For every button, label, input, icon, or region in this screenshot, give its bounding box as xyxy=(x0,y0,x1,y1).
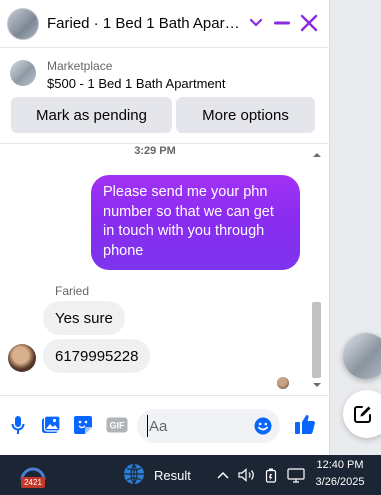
listing-thumbnail[interactable] xyxy=(10,60,36,86)
message-composer: GIF xyxy=(0,395,330,455)
scroll-up-arrow-icon[interactable] xyxy=(312,151,322,159)
network-icon[interactable] xyxy=(286,467,306,483)
conversation-avatar[interactable] xyxy=(7,7,39,40)
message-input[interactable] xyxy=(147,415,247,437)
microphone-icon[interactable] xyxy=(7,414,29,436)
close-icon[interactable] xyxy=(298,12,320,34)
sender-name: Faried xyxy=(55,284,90,298)
incoming-message[interactable]: Yes sure xyxy=(43,301,125,335)
marketplace-label: Marketplace xyxy=(47,59,113,73)
chat-window: Faried · 1 Bed 1 Bath Apartment Marketpl… xyxy=(0,0,330,455)
conversation-title[interactable]: Faried · 1 Bed 1 Bath Apartment xyxy=(47,15,243,32)
chat-head-avatar[interactable] xyxy=(343,333,381,379)
scroll-thumb[interactable] xyxy=(312,302,321,378)
emoji-icon[interactable] xyxy=(254,417,272,435)
more-options-button[interactable]: More options xyxy=(176,97,315,133)
taskbar: 2421 Result 12:40 PM 3/26/2025 xyxy=(0,455,381,495)
read-receipt-avatar xyxy=(277,377,289,389)
globe-icon[interactable] xyxy=(123,463,145,485)
new-message-button[interactable] xyxy=(343,390,381,438)
chevron-up-icon[interactable] xyxy=(215,467,231,483)
chat-header: Faried · 1 Bed 1 Bath Apartment xyxy=(0,0,330,48)
message-input-wrapper xyxy=(137,409,280,443)
page: Faried · 1 Bed 1 Bath Apartment Marketpl… xyxy=(0,0,381,495)
volume-icon[interactable] xyxy=(237,467,257,483)
outgoing-message[interactable]: Please send me your phn number so that w… xyxy=(91,175,300,270)
thumbs-up-icon[interactable] xyxy=(292,413,318,435)
message-list: 3:29 PM Please send me your phn number s… xyxy=(0,143,330,395)
sticker-icon[interactable] xyxy=(72,414,94,436)
marketplace-banner: Marketplace $500 - 1 Bed 1 Bath Apartmen… xyxy=(0,49,330,143)
listing-title[interactable]: $500 - 1 Bed 1 Bath Apartment xyxy=(47,76,226,91)
svg-text:GIF: GIF xyxy=(110,421,126,431)
taskbar-app-label[interactable]: Result xyxy=(154,468,191,483)
sender-avatar[interactable] xyxy=(8,344,36,372)
minimize-icon[interactable] xyxy=(271,12,293,34)
photo-icon[interactable] xyxy=(40,414,62,436)
incoming-message[interactable]: 6179995228 xyxy=(43,339,151,373)
scrollbar[interactable] xyxy=(311,148,321,392)
clock-time[interactable]: 12:40 PM xyxy=(315,459,365,471)
message-timestamp: 3:29 PM xyxy=(134,145,176,157)
compose-icon xyxy=(354,406,371,423)
taskbar-badge: 2421 xyxy=(21,477,45,488)
chevron-down-icon[interactable] xyxy=(245,12,267,34)
clock-date[interactable]: 3/26/2025 xyxy=(312,476,368,488)
scroll-down-arrow-icon[interactable] xyxy=(312,381,322,389)
battery-icon[interactable] xyxy=(263,467,279,483)
mark-as-pending-button[interactable]: Mark as pending xyxy=(11,97,172,133)
gif-icon[interactable]: GIF xyxy=(105,414,129,436)
